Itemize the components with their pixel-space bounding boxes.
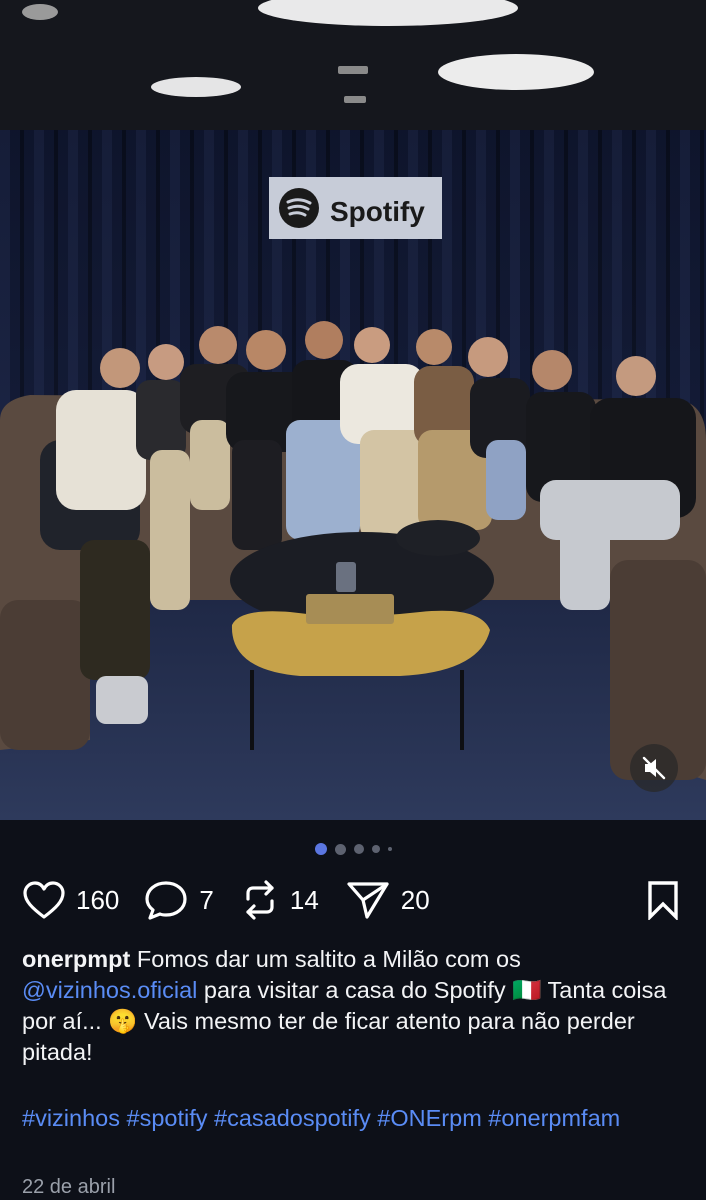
comment-bubble-icon: [145, 881, 187, 920]
carousel-dot-active: [314, 843, 327, 855]
heart-icon: [23, 881, 65, 919]
carousel-indicator: [0, 841, 706, 857]
like-button[interactable]: 160: [22, 880, 119, 920]
repost-icon: [246, 880, 274, 920]
carousel-dot: [334, 843, 346, 855]
carousel-dot: [387, 847, 392, 851]
comment-count: 7: [199, 884, 214, 915]
caption-username[interactable]: onerpmpt: [22, 946, 130, 972]
like-count: 160: [76, 884, 120, 915]
repost-count: 14: [289, 884, 319, 915]
bookmark-button[interactable]: [646, 880, 680, 925]
caption-mention-link[interactable]: @vizinhos.oficial: [22, 977, 197, 1003]
carousel-dot: [353, 844, 364, 854]
mute-toggle-button[interactable]: [630, 744, 678, 792]
repost-button[interactable]: 14: [240, 879, 319, 921]
share-button[interactable]: 20: [345, 879, 430, 921]
post-photo[interactable]: Spotify: [0, 0, 706, 820]
carousel-dot: [371, 845, 380, 853]
send-icon: [347, 882, 389, 919]
comment-button[interactable]: 7: [145, 879, 214, 921]
post-actions: 160 7 14 20: [22, 872, 684, 928]
caption-hashtags[interactable]: #vizinhos #spotify #casadospotify #ONErp…: [22, 1103, 692, 1134]
post-date: 22 de abril: [22, 1176, 116, 1198]
caption-text: Fomos dar um saltito a Milão com os: [130, 946, 521, 972]
share-count: 20: [400, 884, 430, 915]
bookmark-icon: [648, 881, 678, 922]
speaker-muted-icon: [642, 756, 666, 780]
spotify-sign-text: Spotify: [330, 196, 425, 227]
group-photo-image: Spotify: [0, 0, 706, 820]
post-caption: onerpmpt Fomos dar um saltito a Milão co…: [22, 944, 692, 1068]
